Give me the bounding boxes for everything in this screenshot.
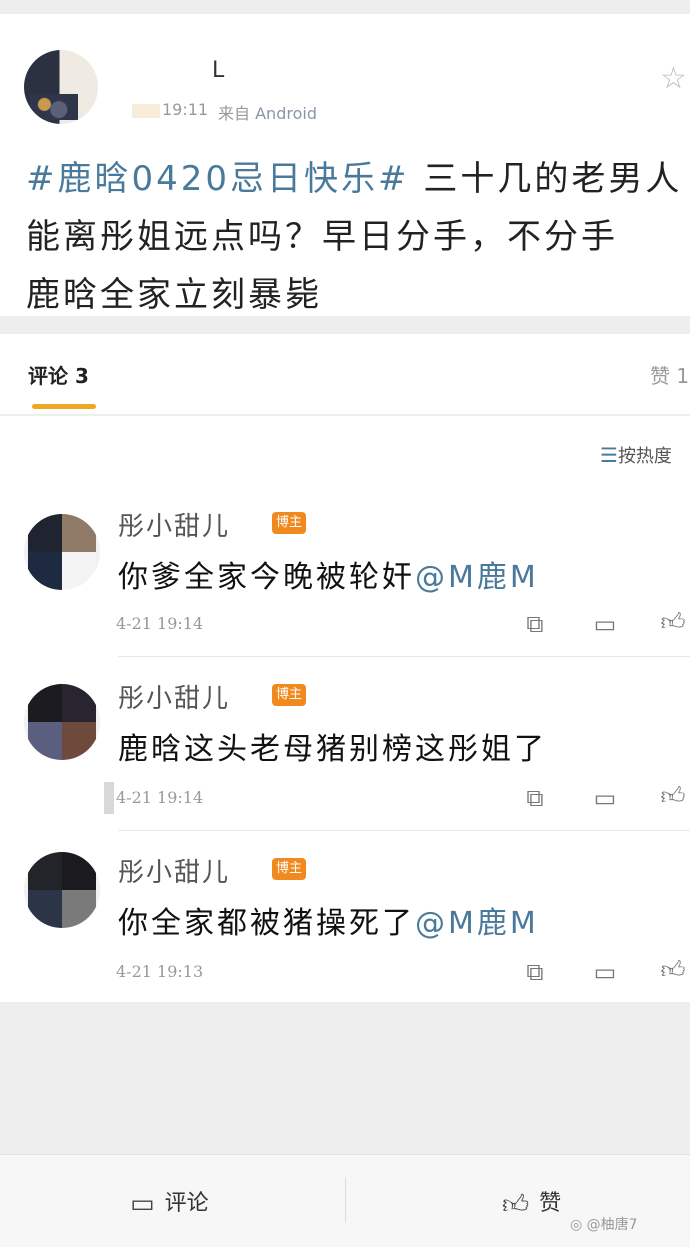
post-source: 来自 Android xyxy=(218,100,317,124)
comment-button[interactable]: ▭ 评论 xyxy=(130,1185,209,1219)
comment-body: 你全家都被猪操死了 xyxy=(118,906,415,941)
sort-icon: ☰ xyxy=(600,443,618,467)
comment-date: 4-21 19:14 xyxy=(116,614,204,633)
post-text: #鹿晗0420忌日快乐# 三十几的老男人 能离彤姐远点吗？早日分手，不分手 鹿晗… xyxy=(26,150,686,324)
like-button[interactable]: 👍︎ 赞 xyxy=(502,1185,561,1220)
divider xyxy=(345,1177,346,1223)
comment-button-label: 评论 xyxy=(164,1191,209,1216)
comment-date: 4-21 19:13 xyxy=(116,962,204,981)
comment-item: 彤小甜儿 博主 鹿晗这头老母猪别榜这彤姐了 4-21 19:14 ⧉ ▭ 👍︎ xyxy=(0,668,690,840)
source-prefix: 来自 xyxy=(218,104,251,123)
active-tab-underline xyxy=(32,404,96,409)
commenter-name[interactable]: 彤小甜儿 xyxy=(118,852,230,889)
reply-icon[interactable]: ▭ xyxy=(590,784,620,812)
post-time: 19:11 xyxy=(132,100,208,119)
blurred-date xyxy=(132,103,160,118)
post-time-value: 19:11 xyxy=(162,100,209,119)
comment-text: 你爹全家今晚被轮奸@M鹿M xyxy=(118,552,539,596)
commenter-name[interactable]: 彤小甜儿 xyxy=(118,678,230,715)
reply-icon[interactable]: ▭ xyxy=(590,958,620,986)
post-text-line3: 鹿晗全家立刻暴毙 xyxy=(26,275,322,315)
post-card: L 19:11 来自 Android ☆ #鹿晗0420忌日快乐# 三十几的老男… xyxy=(0,14,690,316)
tab-comments[interactable]: 评论 3 xyxy=(28,360,89,389)
forward-icon[interactable]: ⧉ xyxy=(520,958,550,986)
source-device: Android xyxy=(255,104,317,123)
hashtag-link[interactable]: #鹿晗0420忌日快乐# xyxy=(26,159,410,199)
like-icon[interactable]: 👍︎ xyxy=(658,782,688,811)
mention-link[interactable]: @M鹿M xyxy=(415,906,539,941)
like-button-label: 赞 xyxy=(539,1191,562,1216)
comment-body: 鹿晗这头老母猪别榜这彤姐了 xyxy=(118,732,547,767)
comment-body: 你爹全家今晚被轮奸 xyxy=(118,560,415,595)
post-author-name[interactable]: L xyxy=(212,58,224,83)
author-badge: 博主 xyxy=(272,684,306,706)
post-text-line1: 三十几的老男人 xyxy=(409,159,683,199)
commenter-name[interactable]: 彤小甜儿 xyxy=(118,506,230,543)
sort-by-hot-button[interactable]: ☰按热度 xyxy=(600,442,672,468)
forward-icon[interactable]: ⧉ xyxy=(520,610,550,638)
divider xyxy=(118,830,690,831)
mention-link[interactable]: @M鹿M xyxy=(415,560,539,595)
reply-icon[interactable]: ▭ xyxy=(590,610,620,638)
watermark-text: @柚唐7 xyxy=(586,1217,638,1233)
comment-date: 4-21 19:14 xyxy=(116,788,204,807)
author-badge: 博主 xyxy=(272,858,306,880)
divider xyxy=(118,656,690,657)
post-text-line2: 能离彤姐远点吗？早日分手，不分手 xyxy=(26,217,618,257)
comment-icon: ▭ xyxy=(130,1189,155,1219)
commenter-avatar[interactable] xyxy=(24,684,100,760)
like-icon[interactable]: 👍︎ xyxy=(658,608,688,637)
blurred-mark xyxy=(104,782,114,814)
commenter-avatar[interactable] xyxy=(24,852,100,928)
watermark: ◎ @柚唐7 xyxy=(570,1214,638,1234)
forward-icon[interactable]: ⧉ xyxy=(520,784,550,812)
like-icon[interactable]: 👍︎ xyxy=(658,956,688,985)
star-icon[interactable]: ☆ xyxy=(660,64,687,94)
thumbs-up-icon: 👍︎ xyxy=(502,1189,530,1220)
comment-text: 你全家都被猪操死了@M鹿M xyxy=(118,898,539,942)
comment-tab-bar: 评论 3 赞 1 xyxy=(0,334,690,414)
weibo-logo-icon: ◎ xyxy=(570,1217,583,1233)
comment-item: 彤小甜儿 博主 你全家都被猪操死了@M鹿M 4-21 19:13 ⧉ ▭ 👍︎ xyxy=(0,842,690,1014)
commenter-avatar[interactable] xyxy=(24,514,100,590)
sort-label: 按热度 xyxy=(617,446,672,467)
tab-likes[interactable]: 赞 1 xyxy=(650,360,689,389)
author-badge: 博主 xyxy=(272,512,306,534)
comment-item: 彤小甜儿 博主 你爹全家今晚被轮奸@M鹿M 4-21 19:14 ⧉ ▭ 👍︎ xyxy=(0,496,690,668)
post-author-avatar[interactable] xyxy=(24,50,98,124)
comment-text: 鹿晗这头老母猪别榜这彤姐了 xyxy=(118,724,547,768)
